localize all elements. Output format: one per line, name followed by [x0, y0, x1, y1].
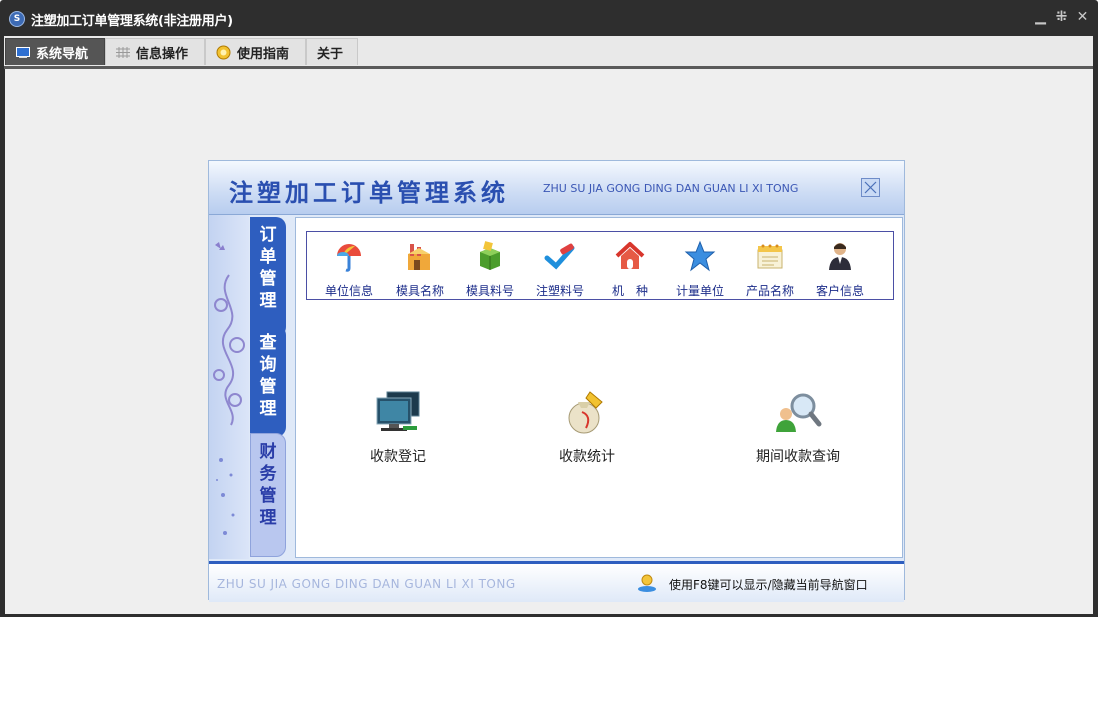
action-label: 期间收款查询 — [756, 449, 840, 465]
window-title: 注塑加工订单管理系统(非注册用户) — [31, 14, 233, 29]
restore-icon[interactable]: ⁜ — [1054, 9, 1069, 25]
monitors-icon — [376, 391, 420, 431]
guide-icon — [216, 45, 231, 59]
house-icon — [615, 242, 645, 269]
grid-icon — [116, 46, 130, 58]
item-label: 产品名称 — [745, 284, 794, 298]
tab-label: 信息操作 — [136, 46, 189, 62]
crayon-icon — [544, 243, 575, 270]
item-label: 单位信息 — [324, 284, 373, 298]
item-label: 客户信息 — [815, 284, 864, 298]
factory-icon — [408, 244, 430, 270]
item-label: 模具名称 — [395, 284, 444, 298]
app-logo-icon: S — [9, 11, 25, 27]
payment-register-button[interactable]: 收款登记 — [338, 388, 458, 466]
footer-pinyin: ZHU SU JIA GONG DING DAN GUAN LI XI TONG — [217, 577, 516, 591]
person-icon — [829, 243, 851, 270]
action-label: 收款统计 — [559, 449, 615, 465]
unit-info-button[interactable]: 单位信息 — [315, 240, 383, 299]
period-payment-query-button[interactable]: 期间收款查询 — [738, 388, 858, 466]
tab-user-guide[interactable]: 使用指南 — [205, 38, 306, 65]
floral-decoration-icon — [213, 242, 245, 535]
main-tab-bar: 系统导航 信息操作 使用指南 关于 — [4, 36, 1093, 69]
nav-close-button[interactable] — [861, 178, 880, 197]
minimize-icon[interactable]: ▁ — [1033, 9, 1048, 25]
customer-info-button[interactable]: 客户信息 — [806, 240, 874, 299]
nav-side-decoration — [209, 215, 249, 559]
product-name-button[interactable]: 产品名称 — [736, 240, 804, 299]
payment-statistics-button[interactable]: 收款统计 — [527, 388, 647, 466]
notepad-icon — [757, 244, 783, 269]
user-search-icon — [776, 393, 822, 432]
user-hint-icon — [638, 574, 656, 592]
side-tab-query-management[interactable]: 查询管理 — [250, 325, 286, 437]
nav-body: 单位信息 模具名称 模具料号 注塑料号 机 种 计量单位 产品名称 客户信息 收… — [295, 217, 903, 558]
star-icon — [684, 240, 716, 272]
close-icon[interactable]: ✕ — [1075, 9, 1090, 25]
side-tab-finance-management[interactable]: 财务管理 — [250, 433, 286, 557]
tab-info-operation[interactable]: 信息操作 — [105, 38, 205, 65]
measure-unit-button[interactable]: 计量单位 — [666, 240, 734, 299]
tab-label: 使用指南 — [237, 46, 290, 62]
side-tab-label: 查询管理 — [259, 333, 277, 419]
title-bar: S 注塑加工订单管理系统(非注册用户) ▁ ⁜ ✕ — [0, 0, 1098, 36]
footer-hint: 使用F8键可以显示/隐藏当前导航窗口 — [669, 578, 868, 592]
action-label: 收款登记 — [370, 449, 426, 465]
item-label: 注塑料号 — [535, 284, 584, 298]
money-bag-icon — [568, 391, 603, 434]
injection-material-button[interactable]: 注塑料号 — [526, 240, 594, 299]
item-label: 计量单位 — [675, 284, 724, 298]
window-controls: ▁ ⁜ ✕ — [1033, 9, 1090, 25]
item-label: 模具料号 — [465, 284, 514, 298]
tab-label: 系统导航 — [36, 46, 89, 62]
tab-label: 关于 — [317, 46, 344, 62]
navigation-panel: 注塑加工订单管理系统 ZHU SU JIA GONG DING DAN GUAN… — [208, 160, 905, 602]
machine-type-button[interactable]: 机 种 — [596, 240, 664, 299]
item-label: 机 种 — [611, 284, 648, 298]
mold-material-button[interactable]: 模具料号 — [456, 240, 524, 299]
nav-title: 注塑加工订单管理系统 — [229, 178, 509, 207]
tab-about[interactable]: 关于 — [306, 38, 358, 65]
box-icon — [480, 241, 500, 270]
monitor-icon — [16, 46, 30, 58]
side-tab-label: 财务管理 — [259, 442, 277, 528]
nav-header: 注塑加工订单管理系统 ZHU SU JIA GONG DING DAN GUAN… — [209, 161, 904, 215]
mold-name-button[interactable]: 模具名称 — [386, 240, 454, 299]
nav-pinyin: ZHU SU JIA GONG DING DAN GUAN LI XI TONG — [543, 182, 799, 195]
basic-info-toolbar: 单位信息 模具名称 模具料号 注塑料号 机 种 计量单位 产品名称 客户信息 — [306, 231, 894, 300]
umbrella-icon — [337, 244, 361, 272]
nav-footer: ZHU SU JIA GONG DING DAN GUAN LI XI TONG… — [209, 561, 904, 602]
side-tab-label: 订单管理 — [259, 225, 277, 311]
tab-system-navigation[interactable]: 系统导航 — [5, 38, 105, 65]
close-icon — [864, 181, 877, 194]
side-tab-order-management[interactable]: 订单管理 — [250, 217, 286, 337]
